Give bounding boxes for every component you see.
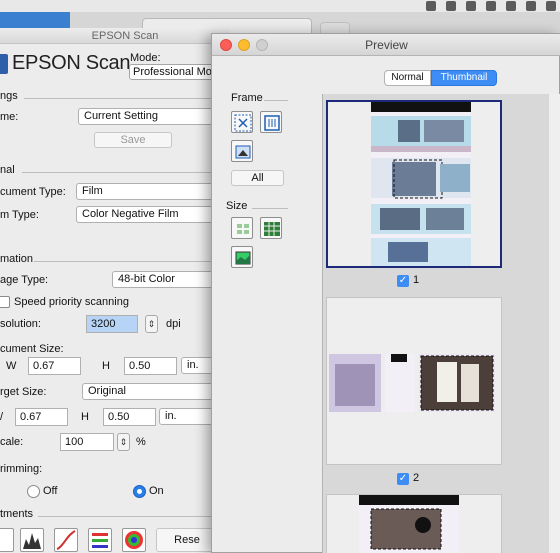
save-button[interactable]: Save: [94, 132, 172, 148]
resolution-stepper[interactable]: ⇕: [145, 315, 158, 333]
thumbnail-frame-1[interactable]: [326, 100, 502, 268]
section-divider: [38, 516, 218, 517]
tone-correction-icon[interactable]: [54, 528, 78, 552]
target-size-select[interactable]: Original: [82, 383, 218, 400]
thumbnail-frame-2-image: [329, 354, 495, 412]
scale-label: cale:: [0, 436, 24, 448]
select-all-frames-button[interactable]: All: [231, 170, 284, 186]
target-width-label: /: [0, 411, 4, 423]
film-type-label: m Type:: [0, 209, 39, 221]
status-icon[interactable]: [546, 1, 556, 11]
original-section-title: nal: [0, 164, 15, 176]
medium-thumbnails-icon[interactable]: [260, 217, 282, 239]
menu-bar: [0, 0, 560, 12]
target-size-label: rget Size:: [0, 386, 47, 398]
scale-input[interactable]: 100: [60, 433, 114, 451]
preview-window: Preview Normal Thumbnail Frame All Size: [211, 33, 560, 553]
document-width-input[interactable]: 0.67: [28, 357, 81, 375]
reset-button[interactable]: Rese: [156, 528, 218, 552]
document-height-label: H: [102, 360, 110, 372]
mode-label: Mode:: [130, 52, 161, 64]
histogram-adjustment-icon[interactable]: [20, 528, 44, 552]
resolution-label: solution:: [0, 318, 41, 330]
epson-scan-window: EPSON Scan EPSON Scan Mode: Professional…: [0, 28, 230, 553]
thumbnail-panel: ✓ 1 ✓ 2: [322, 94, 560, 553]
tab-thumbnail[interactable]: Thumbnail: [431, 70, 497, 86]
thumbnail-scrollbar[interactable]: [549, 94, 560, 553]
rotate-frame-icon[interactable]: [260, 111, 282, 133]
size-label: Size: [226, 200, 248, 212]
image-adjustment-icon[interactable]: [88, 528, 112, 552]
setting-name-select[interactable]: Current Setting: [78, 108, 218, 125]
status-icon[interactable]: [486, 1, 496, 11]
resolution-input[interactable]: 3200: [86, 315, 138, 333]
document-type-label: cument Type:: [0, 186, 66, 198]
section-divider: [24, 98, 218, 99]
trimming-off-radio[interactable]: [27, 485, 40, 498]
trimming-on-radio[interactable]: [133, 485, 146, 498]
thumbnail-frame-3-image: [359, 495, 459, 553]
document-width-label: W: [6, 360, 17, 372]
preview-titlebar: Preview: [212, 34, 560, 56]
trimming-on-label: On: [149, 485, 164, 497]
name-label: me:: [0, 111, 19, 123]
scale-stepper[interactable]: ⇕: [117, 433, 130, 451]
thumbnail-frame-1-image: [371, 102, 471, 266]
status-icon[interactable]: [466, 1, 476, 11]
scale-unit: %: [136, 436, 146, 448]
tab-normal[interactable]: Normal: [384, 70, 431, 86]
section-divider: [264, 100, 288, 101]
target-height-label: H: [81, 411, 89, 423]
section-divider: [22, 172, 218, 173]
destination-section-title: mation: [0, 253, 34, 265]
target-height-input[interactable]: 0.50: [103, 408, 156, 426]
thumbnail-frame-3[interactable]: [326, 494, 502, 553]
trimming-label: rimming:: [0, 463, 43, 475]
frame-1-number: 1: [413, 274, 420, 286]
frame-2-checkbox[interactable]: ✓: [397, 473, 409, 485]
select-frames-icon[interactable]: [231, 111, 253, 133]
frame-label: Frame: [231, 92, 263, 104]
speed-priority-label: Speed priority scanning: [14, 296, 129, 308]
preview-title: Preview: [365, 38, 408, 52]
status-icon[interactable]: [446, 1, 456, 11]
trimming-off-label: Off: [43, 485, 58, 497]
status-icon[interactable]: [426, 1, 436, 11]
image-type-select[interactable]: 48-bit Color: [112, 271, 218, 288]
epson-titlebar: EPSON Scan: [0, 28, 230, 44]
frame-2-number: 2: [413, 472, 420, 484]
status-icon[interactable]: [526, 1, 536, 11]
film-type-select[interactable]: Color Negative Film: [76, 206, 218, 223]
flip-frame-icon[interactable]: [231, 140, 253, 162]
status-icon[interactable]: [506, 1, 516, 11]
target-width-input[interactable]: 0.67: [15, 408, 68, 426]
epson-logo-icon: [0, 54, 8, 74]
epson-logo-text: EPSON Scan: [12, 52, 131, 74]
settings-section-title: ngs: [0, 90, 18, 102]
target-unit-select[interactable]: in.: [159, 408, 218, 425]
adjustments-section-title: tments: [0, 508, 34, 520]
document-type-select[interactable]: Film: [76, 183, 218, 200]
small-thumbnails-icon[interactable]: [231, 217, 253, 239]
document-size-label: cument Size:: [0, 343, 64, 355]
speed-priority-checkbox[interactable]: [0, 296, 10, 308]
frame-1-checkbox[interactable]: ✓: [397, 275, 409, 287]
resolution-unit: dpi: [166, 318, 181, 330]
color-palette-icon[interactable]: [122, 528, 146, 552]
section-divider: [34, 261, 218, 262]
unsharp-mask-tool-icon[interactable]: [0, 528, 14, 552]
image-type-label: age Type:: [0, 274, 49, 286]
thumbnail-frame-2[interactable]: [326, 297, 502, 465]
menu-bar-status-icons: [426, 0, 556, 12]
section-divider: [252, 208, 288, 209]
large-thumbnails-icon[interactable]: [231, 246, 253, 268]
document-height-input[interactable]: 0.50: [124, 357, 177, 375]
